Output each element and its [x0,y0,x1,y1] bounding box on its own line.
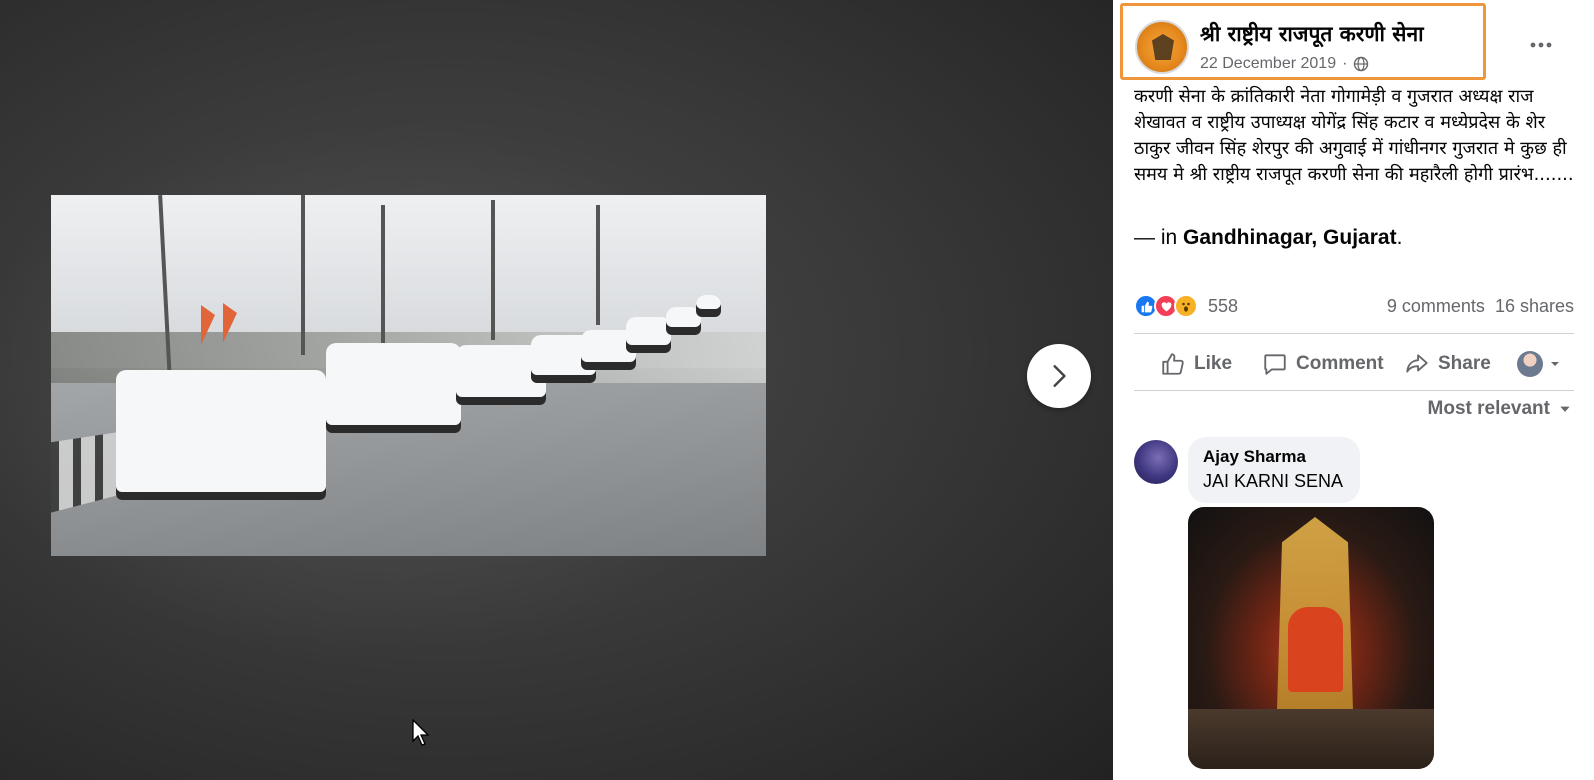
commenter-avatar[interactable] [1134,440,1178,484]
post-as-selector[interactable] [1517,351,1561,377]
next-comment-preview [1134,774,1574,780]
idol-graphic [1288,607,1343,692]
wow-reaction-icon [1174,294,1198,318]
photo-street-pole [596,205,600,325]
photo-car [326,343,461,433]
shares-count-link[interactable]: 16 shares [1495,296,1574,317]
location-suffix: . [1396,226,1403,249]
comment-label: Comment [1296,353,1384,374]
location-prefix: — in [1134,226,1184,249]
shrine-floor [1188,709,1434,769]
photo-car [626,317,671,353]
more-horizontal-icon [1530,42,1552,48]
comments-count-link[interactable]: 9 comments [1387,296,1485,317]
comment-author-link[interactable]: Ajay Sharma [1203,447,1345,467]
comment-bubble: Ajay Sharma JAI KARNI SENA [1188,437,1360,503]
page-avatar[interactable] [1135,20,1189,74]
post-options-button[interactable] [1525,30,1557,60]
chevron-down-icon [1551,362,1559,366]
post-action-bar: Like Comment Share [1134,342,1574,386]
divider [1134,390,1574,391]
share-icon [1406,354,1428,373]
photo-car [116,370,326,500]
next-photo-button[interactable] [1027,344,1091,408]
reaction-count: 558 [1208,295,1239,316]
thumbs-up-icon [1162,353,1184,375]
page-emblem-icon [1152,34,1174,60]
engagement-stats: 9 comments 16 shares [1387,296,1574,317]
photo-street-pole [381,205,385,355]
location-link[interactable]: Gandhinagar, Gujarat [1183,226,1397,249]
comment-text: JAI KARNI SENA [1203,471,1344,491]
photo-street-pole [491,200,495,340]
globe-icon [1354,56,1369,72]
reaction-summary[interactable]: 558 [1134,294,1238,318]
chevron-right-icon [1053,365,1066,387]
page-name-link[interactable]: श्री राष्ट्रीय राजपूत करणी सेना [1200,20,1424,48]
photo-flag [223,303,237,343]
post-date-link[interactable]: 22 December 2019 [1200,55,1336,73]
comment-sort-dropdown[interactable]: Most relevant [1428,398,1572,420]
chevron-down-icon [1560,406,1570,412]
sort-label: Most relevant [1427,398,1550,419]
photo-street-pole [301,195,305,355]
post-photo[interactable] [51,195,766,556]
avatar [1517,351,1543,377]
share-button[interactable]: Share [1404,351,1491,377]
post-body-text: करणी सेना के क्रांतिकारी नेता गोगामेड़ी … [1134,86,1574,185]
share-label: Share [1438,353,1491,374]
photo-car [696,295,721,317]
photo-flag [201,305,215,345]
date-separator: · [1342,55,1348,72]
comment-button[interactable]: Comment [1262,351,1384,377]
mouse-cursor-icon [412,719,430,746]
divider [1134,333,1574,334]
like-button[interactable]: Like [1160,351,1232,377]
comment-icon [1264,354,1286,375]
comment-attached-image[interactable] [1188,507,1434,769]
like-label: Like [1194,353,1233,374]
photo-viewer [0,0,1113,780]
post-timestamp: 22 December 2019 · [1200,55,1369,73]
post-location: — in Gandhinagar, Gujarat. [1134,226,1402,250]
post-detail-panel: श्री राष्ट्रीय राजपूत करणी सेना 22 Decem… [1113,0,1594,780]
